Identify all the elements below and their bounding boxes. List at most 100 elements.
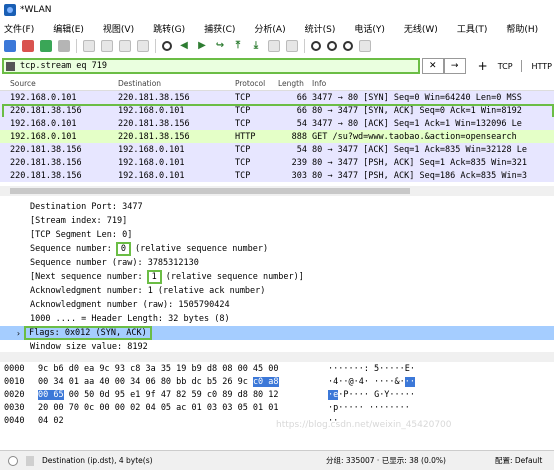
detail-next-seq[interactable]: [Next sequence number: 1 (relative seque… [0,270,554,284]
hex-bytes-pre: 20 00 70 0c 00 00 02 04 05 ac 01 03 03 0… [38,402,279,413]
hex-row[interactable]: 0010 00 34 01 aa 40 00 34 06 80 bb dc b5 … [0,375,554,388]
packet-row[interactable]: 220.181.38.156 192.168.0.101 TCP 54 80 → 347… [0,143,554,156]
menu-item[interactable]: 工具(T) [457,22,488,35]
packet-cell-len: 303 [291,170,307,181]
flags-box: Flags: 0x012 (SYN, ACK) [24,326,152,340]
packet-row-selected[interactable]: 220.181.38.156 192.168.0.101 TCP 66 80 → 347… [0,104,554,121]
packet-cell-info: 80 → 3477 [ACK] Seq=1 Ack=835 Win=32128 … [312,144,527,155]
colorize-icon[interactable] [286,40,298,52]
packet-row[interactable]: 192.168.0.101 220.181.38.156 HTTP 888 GET /s… [0,130,554,143]
filter-apply-button[interactable]: → [443,58,466,74]
hex-ascii-ascii_pre: ·······: 5·····E· [328,363,415,374]
menu-item[interactable]: 编辑(E) [53,22,84,35]
packet-cell-src: 220.181.38.156 [10,170,82,181]
hex-bytes-pre: 00 34 01 aa 40 00 34 06 80 bb dc b5 26 9… [38,376,253,387]
detail-window[interactable]: Window size value: 8192 [0,340,554,352]
options-icon[interactable] [58,40,70,52]
packet-cell-src: 220.181.38.156 [10,144,82,155]
detail-segment-len[interactable]: [TCP Segment Len: 0] [0,228,554,242]
packet-cell-dst: 192.168.0.101 [118,170,185,181]
expert-info-icon[interactable] [8,455,18,466]
first-icon[interactable]: ⤒ [232,40,244,52]
filter-add-button[interactable]: + [478,59,488,73]
find-icon[interactable] [162,41,172,51]
packet-list: Source Destination Protocol Length Info … [0,79,554,186]
hex-row[interactable]: 0000 9c b6 d0 ea 9c 93 c8 3a 35 19 b9 d8 … [0,362,554,375]
reload-icon[interactable] [137,40,149,52]
packet-cell-len: 888 [291,131,307,142]
menu-item[interactable]: 视图(V) [103,22,134,35]
menu-item[interactable]: 无线(W) [404,22,438,35]
detail-header-len[interactable]: 1000 .... = Header Length: 32 bytes (8) [0,312,554,326]
filter-bookmark-icon[interactable] [6,62,15,71]
scrollbar-thumb[interactable] [10,188,410,194]
hex-offset: 0010 [4,376,25,387]
packet-row[interactable]: 192.168.0.101 220.181.38.156 TCP 54 3477 → 8… [0,117,554,130]
packet-cell-len: 66 [296,105,307,116]
detail-ack[interactable]: Acknowledgment number: 1 (relative ack n… [0,284,554,298]
zoom-out-icon[interactable] [327,41,337,51]
menu-item[interactable]: 统计(S) [305,22,336,35]
next-seq-suffix: (relative sequence number)] [165,272,304,282]
close-file-icon[interactable] [119,40,131,52]
filter-button-tcp[interactable]: TCP [498,62,513,71]
detail-dst-port[interactable]: Destination Port: 3477 [0,200,554,214]
packet-row[interactable]: 220.181.38.156 192.168.0.101 TCP 239 80 → 34… [0,156,554,169]
hex-offset: 0000 [4,363,25,374]
column-header-length[interactable]: Length [278,79,312,90]
column-header-protocol[interactable]: Protocol [235,79,278,90]
packet-cell-len: 239 [291,157,307,168]
menu-item[interactable]: 电话(Y) [354,22,385,35]
zoom-in-icon[interactable] [311,41,321,51]
restart-icon[interactable] [40,40,52,52]
status-profile[interactable]: 配置: Default [495,455,542,466]
packet-row[interactable]: 192.168.0.101 220.181.38.156 TCP 66 3477 → 8… [0,91,554,104]
hex-row[interactable]: 0030 20 00 70 0c 00 00 02 04 05 ac 01 03 … [0,401,554,414]
packet-cell-dst: 192.168.0.101 [118,144,185,155]
menu-item[interactable]: 帮助(H) [506,22,538,35]
seq-prefix: Sequence number: [30,244,112,254]
display-filter-bar: tcp.stream eq 719 ✕ → + TCP HTTP [2,58,552,74]
detail-stream-index[interactable]: [Stream index: 719] [0,214,554,228]
back-icon[interactable]: ◀ [178,40,190,52]
forward-icon[interactable]: ▶ [196,40,208,52]
toolbar-separator [155,39,156,53]
packet-row[interactable]: 220.181.38.156 192.168.0.101 TCP 303 80 → 34… [0,169,554,182]
autoscroll-icon[interactable] [268,40,280,52]
save-icon[interactable] [101,40,113,52]
hex-bytes: 00 34 01 aa 40 00 34 06 80 bb dc b5 26 9… [38,376,328,387]
next-seq-prefix: [Next sequence number: [30,272,143,282]
filter-clear-button[interactable]: ✕ [421,58,444,74]
shark-fin-icon[interactable] [4,40,16,52]
packet-cell-proto: HTTP [235,131,256,142]
hex-row[interactable]: 0020 00 65 00 50 0d 95 e1 9f 47 82 59 c0 … [0,388,554,401]
display-filter-input[interactable]: tcp.stream eq 719 [2,58,420,74]
pane-splitter[interactable] [0,352,554,362]
status-bar: Destination (ip.dst), 4 byte(s) 分组: 3350… [0,450,554,470]
last-icon[interactable]: ⤓ [250,40,262,52]
zoom-reset-icon[interactable] [343,41,353,51]
detail-seq-number[interactable]: Sequence number: 0 (relative sequence nu… [0,242,554,256]
capture-comment-icon[interactable] [26,455,34,466]
detail-ack-raw[interactable]: Acknowledgment number (raw): 1505790424 [0,298,554,312]
menu-item[interactable]: 文件(F) [4,22,34,35]
column-header-source[interactable]: Source [0,79,118,90]
menu-item[interactable]: 跳转(G) [153,22,185,35]
column-header-destination[interactable]: Destination [118,79,235,90]
stop-icon[interactable] [22,40,34,52]
hex-offset: 0040 [4,415,25,426]
detail-seq-raw[interactable]: Sequence number (raw): 3785312130 [0,256,554,270]
menu-item[interactable]: 捕获(C) [204,22,235,35]
detail-flags[interactable]: › Flags: 0x012 (SYN, ACK) [0,326,554,340]
menu-item[interactable]: 分析(A) [254,22,285,35]
open-icon[interactable] [83,40,95,52]
packet-list-scrollbar[interactable] [0,186,554,196]
column-header-info[interactable]: Info [312,79,554,90]
expand-arrow-icon[interactable]: › [16,329,21,338]
packet-cell-proto: TCP [235,118,251,129]
filter-button-http[interactable]: HTTP [532,62,552,71]
status-packet-stats: 分组: 335007 · 已显示: 38 (0.0%) [326,456,446,465]
resize-columns-icon[interactable] [359,40,371,52]
seq-suffix: (relative sequence number) [135,244,269,254]
goto-icon[interactable]: ↪ [214,40,226,52]
